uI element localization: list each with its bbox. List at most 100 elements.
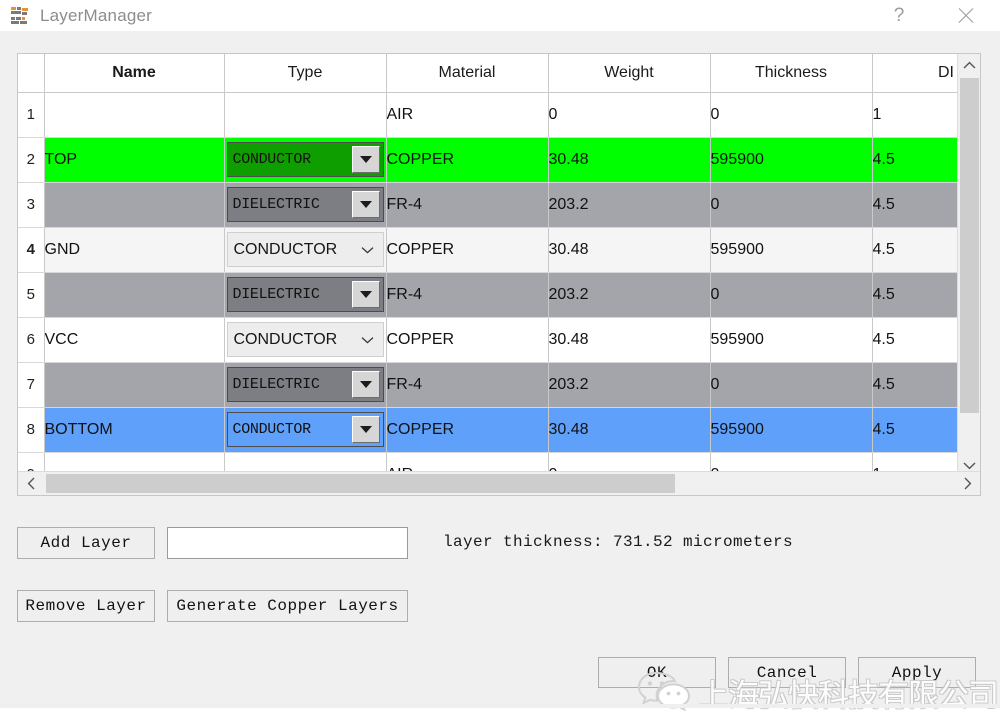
dropdown-arrow-icon[interactable] (351, 146, 380, 173)
remove-layer-button[interactable]: Remove Layer (17, 590, 155, 622)
row-number[interactable]: 1 (18, 92, 45, 138)
cell-thickness[interactable]: 595900 (710, 407, 873, 453)
cell-weight[interactable]: 30.48 (548, 137, 711, 183)
cell-type[interactable]: CONDUCTOR (224, 317, 387, 363)
cell-weight[interactable]: 203.2 (548, 362, 711, 408)
cell-weight[interactable]: 30.48 (548, 407, 711, 453)
cell-material[interactable]: COPPER (386, 227, 549, 273)
type-combobox[interactable]: CONDUCTOR (226, 142, 384, 177)
cell-type[interactable]: DIELECTRIC (224, 272, 387, 318)
cell-name[interactable]: GND (44, 227, 225, 273)
row-number[interactable]: 4 (18, 227, 45, 273)
table-row[interactable]: 7 DIELECTRIC FR-4 203.2 0 4.5 (18, 362, 958, 408)
cell-weight[interactable]: 30.48 (548, 317, 711, 363)
cell-di[interactable]: 1 (872, 92, 958, 138)
row-number[interactable]: 5 (18, 272, 45, 318)
vertical-scrollbar[interactable] (957, 54, 980, 476)
cancel-button[interactable]: Cancel (728, 657, 846, 688)
dropdown-arrow-icon[interactable] (351, 416, 380, 443)
chevron-up-icon (963, 61, 976, 68)
cell-thickness[interactable]: 0 (710, 362, 873, 408)
ok-button[interactable]: OK (598, 657, 716, 688)
apply-button[interactable]: Apply (858, 657, 976, 688)
cell-name[interactable] (44, 182, 225, 228)
cell-type[interactable]: DIELECTRIC (224, 362, 387, 408)
cell-name[interactable]: TOP (44, 137, 225, 183)
row-number[interactable]: 3 (18, 182, 45, 228)
cell-weight[interactable]: 203.2 (548, 272, 711, 318)
type-combobox[interactable]: DIELECTRIC (226, 187, 384, 222)
cell-name[interactable] (44, 272, 225, 318)
row-number[interactable]: 6 (18, 317, 45, 363)
cell-name[interactable]: BOTTOM (44, 407, 225, 453)
cell-weight[interactable]: 203.2 (548, 182, 711, 228)
generate-copper-layers-button[interactable]: Generate Copper Layers (167, 590, 408, 622)
column-header-name[interactable]: Name (44, 54, 225, 93)
cell-thickness[interactable]: 0 (710, 92, 873, 138)
cell-di[interactable]: 4.5 (872, 137, 958, 183)
scroll-right-button[interactable] (954, 472, 980, 495)
type-combobox[interactable]: DIELECTRIC (226, 277, 384, 312)
table-row[interactable]: 4 GND CONDUCTOR COPPER 30.48 595900 4.5 (18, 227, 958, 273)
cell-thickness[interactable]: 595900 (710, 137, 873, 183)
scroll-up-button[interactable] (958, 54, 980, 76)
layer-name-input[interactable] (167, 527, 408, 559)
column-header-thickness[interactable]: Thickness (710, 54, 873, 93)
cell-name[interactable]: VCC (44, 317, 225, 363)
row-number[interactable]: 7 (18, 362, 45, 408)
cell-material[interactable]: COPPER (386, 137, 549, 183)
type-combobox[interactable]: CONDUCTOR (226, 232, 384, 267)
cell-weight[interactable]: 0 (548, 92, 711, 138)
help-button[interactable]: ? (868, 0, 930, 31)
cell-name[interactable] (44, 92, 225, 138)
cell-type[interactable]: CONDUCTOR (224, 407, 387, 453)
cell-type[interactable]: DIELECTRIC (224, 182, 387, 228)
cell-type[interactable]: CONDUCTOR (224, 137, 387, 183)
scroll-left-button[interactable] (18, 472, 44, 495)
cell-type[interactable] (224, 92, 387, 138)
column-header-di[interactable]: DI (872, 54, 958, 93)
row-number[interactable]: 2 (18, 137, 45, 183)
table-row[interactable]: 5 DIELECTRIC FR-4 203.2 0 4.5 (18, 272, 958, 318)
layer-table-viewport[interactable]: Name Type Material Weight Thickness DI 1… (18, 54, 958, 476)
horizontal-scroll-thumb[interactable] (46, 474, 675, 493)
cell-di[interactable]: 4.5 (872, 272, 958, 318)
table-row[interactable]: 6 VCC CONDUCTOR COPPER 30.48 595900 4.5 (18, 317, 958, 363)
cell-material[interactable]: FR-4 (386, 182, 549, 228)
cell-thickness[interactable]: 0 (710, 272, 873, 318)
table-row[interactable]: 2 TOP CONDUCTOR COPPER 30.48 595900 4.5 (18, 137, 958, 183)
column-header-material[interactable]: Material (386, 54, 549, 93)
type-combobox[interactable]: CONDUCTOR (226, 322, 384, 357)
cell-di[interactable]: 4.5 (872, 407, 958, 453)
cell-di[interactable]: 4.5 (872, 182, 958, 228)
cell-material[interactable]: FR-4 (386, 362, 549, 408)
table-row[interactable]: 1 AIR 0 0 1 (18, 92, 958, 138)
cell-thickness[interactable]: 595900 (710, 317, 873, 363)
cell-material[interactable]: FR-4 (386, 272, 549, 318)
row-number[interactable]: 8 (18, 407, 45, 453)
cell-material[interactable]: COPPER (386, 317, 549, 363)
dropdown-arrow-icon[interactable] (351, 281, 380, 308)
vertical-scroll-thumb[interactable] (960, 78, 979, 413)
cell-type[interactable]: CONDUCTOR (224, 227, 387, 273)
dropdown-arrow-icon[interactable] (351, 191, 380, 218)
cell-name[interactable] (44, 362, 225, 408)
cell-thickness[interactable]: 0 (710, 182, 873, 228)
cell-weight[interactable]: 30.48 (548, 227, 711, 273)
dropdown-arrow-icon[interactable] (351, 371, 380, 398)
add-layer-button[interactable]: Add Layer (17, 527, 155, 559)
column-header-type[interactable]: Type (224, 54, 387, 93)
horizontal-scrollbar[interactable] (18, 471, 980, 495)
cell-di[interactable]: 4.5 (872, 362, 958, 408)
cell-di[interactable]: 4.5 (872, 317, 958, 363)
close-button[interactable] (930, 0, 1000, 31)
cell-thickness[interactable]: 595900 (710, 227, 873, 273)
table-row[interactable]: 3 DIELECTRIC FR-4 203.2 0 4.5 (18, 182, 958, 228)
type-combobox[interactable]: DIELECTRIC (226, 367, 384, 402)
type-combobox[interactable]: CONDUCTOR (226, 412, 384, 447)
cell-material[interactable]: COPPER (386, 407, 549, 453)
column-header-weight[interactable]: Weight (548, 54, 711, 93)
cell-material[interactable]: AIR (386, 92, 549, 138)
table-row[interactable]: 8 BOTTOM CONDUCTOR COPPER 30.48 595900 4.5 (18, 407, 958, 453)
cell-di[interactable]: 4.5 (872, 227, 958, 273)
